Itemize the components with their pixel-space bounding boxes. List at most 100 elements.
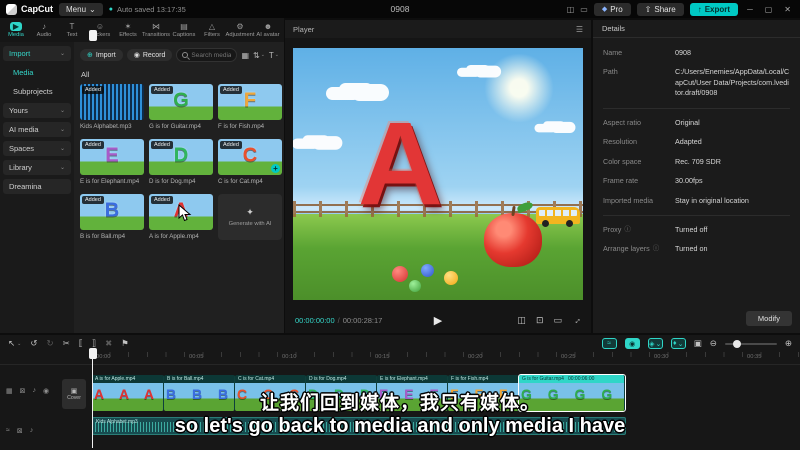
lock-icon[interactable]: ⊠ bbox=[17, 427, 23, 435]
mouse-cursor bbox=[178, 204, 192, 222]
sidebar-item[interactable]: Import ⌄ bbox=[3, 46, 71, 61]
ribbon-tab[interactable]: ♪ Audio bbox=[30, 22, 58, 38]
delete-icon[interactable]: ✖ bbox=[105, 338, 112, 349]
video-clip[interactable]: C is for Cat.mp4 C C C bbox=[235, 375, 306, 411]
playhead-handle[interactable] bbox=[88, 30, 97, 41]
media-thumbnail[interactable]: D Added bbox=[149, 139, 213, 175]
export-button[interactable]: ↑ Export bbox=[689, 2, 739, 16]
play-button[interactable]: ▶ bbox=[434, 314, 442, 327]
select-tool-icon[interactable]: ↖ ⌄ bbox=[8, 338, 21, 349]
pro-button[interactable]: ◆ Pro bbox=[593, 2, 631, 16]
storyboard-icon[interactable]: ▦ bbox=[6, 387, 13, 395]
mark-icon[interactable]: ⚑ bbox=[121, 338, 129, 349]
media-item[interactable]: B Added B is for Ball.mp4 bbox=[80, 194, 144, 240]
playhead-handle[interactable] bbox=[88, 348, 97, 359]
minimize-button[interactable]: ─ bbox=[744, 5, 756, 14]
ratio-icon[interactable]: ▭ bbox=[553, 315, 562, 326]
video-clip[interactable]: A is for Apple.mp4 A A A bbox=[92, 375, 164, 411]
search-input[interactable] bbox=[191, 51, 232, 59]
ribbon-tab[interactable]: ☻ AI avatar bbox=[254, 22, 282, 38]
lock-icon[interactable]: ⊠ bbox=[20, 387, 26, 395]
layout-toggle-icon[interactable]: ◫ bbox=[567, 5, 575, 14]
ribbon-tab[interactable]: ▶ Media bbox=[2, 22, 30, 38]
audio-toggle-icon[interactable]: ◉ bbox=[624, 338, 640, 349]
media-thumbnail[interactable]: Added bbox=[80, 84, 144, 120]
mute-icon[interactable]: ♪ bbox=[33, 387, 37, 395]
zoom-slider-knob[interactable] bbox=[732, 339, 741, 348]
media-thumbnail[interactable]: G Added bbox=[149, 84, 213, 120]
media-thumbnail[interactable]: E Added bbox=[80, 139, 144, 175]
media-item[interactable]: G Added G is for Guitar.mp4 bbox=[149, 84, 213, 130]
mute-icon[interactable]: ♪ bbox=[30, 427, 34, 435]
sidebar-item[interactable]: Spaces ⌄ bbox=[3, 141, 71, 156]
timeline-zoom-slider[interactable] bbox=[724, 339, 777, 348]
hide-icon[interactable]: ◉ bbox=[43, 387, 49, 395]
sidebar-item[interactable]: Library ⌄ bbox=[3, 160, 71, 175]
timeline-ruler[interactable]: 00:00 00:05 00:10 00:15 00:20 00:25 00:30 00:35 bbox=[0, 352, 800, 365]
undo-icon[interactable]: ↺ bbox=[30, 338, 37, 349]
split-icon[interactable]: ✂ bbox=[63, 338, 70, 349]
record-button[interactable]: ◉ Record bbox=[126, 49, 173, 61]
clip-thumbnail-letters: C C C bbox=[237, 386, 306, 402]
video-clip[interactable]: F is for Fish.mp4 F F F bbox=[448, 375, 519, 411]
menu-button[interactable]: Menu ⌄ bbox=[59, 2, 103, 16]
clip-thumbnail-letters: A A A bbox=[94, 386, 161, 402]
sidebar-item[interactable]: Subprojects bbox=[3, 84, 71, 99]
media-thumbnail[interactable]: B Added bbox=[80, 194, 144, 230]
add-to-timeline-icon[interactable]: + bbox=[271, 164, 280, 173]
view-mode-icon[interactable]: ▦ bbox=[241, 51, 249, 60]
modify-button[interactable]: Modify bbox=[745, 311, 792, 326]
snapshot-icon[interactable]: ▣ bbox=[694, 338, 702, 349]
trim-left-icon[interactable]: ⟦ bbox=[79, 338, 83, 349]
sidebar-item[interactable]: Yours ⌄ bbox=[3, 103, 71, 118]
pip-icon[interactable]: ◫ bbox=[517, 315, 526, 326]
import-button[interactable]: ⊕ Import bbox=[80, 49, 123, 61]
ribbon-tab[interactable]: ▤ Captions bbox=[170, 22, 198, 38]
ribbon-tab[interactable]: ⋈ Transitions bbox=[142, 22, 170, 38]
clip-thumbnail-letters: D D D bbox=[308, 386, 377, 402]
media-filename: F is for Fish.mp4 bbox=[218, 123, 265, 130]
ribbon-tab[interactable]: T Text bbox=[58, 22, 86, 38]
close-button[interactable]: ✕ bbox=[781, 5, 794, 14]
media-item[interactable]: D Added D is for Dog.mp4 bbox=[149, 139, 213, 185]
waveform-icon[interactable]: ≈ bbox=[6, 427, 10, 435]
audio-clip[interactable]: Kids Alphabet.mp3 bbox=[92, 417, 626, 435]
cover-button[interactable]: ▣ Cover bbox=[62, 379, 86, 409]
media-search[interactable] bbox=[176, 48, 238, 62]
video-clip[interactable]: E is for Elephant.mp4 E E E bbox=[377, 375, 448, 411]
zoom-out-icon[interactable]: ⊖ bbox=[710, 338, 717, 349]
playhead-line[interactable] bbox=[92, 348, 93, 448]
share-button[interactable]: ⇧ Share bbox=[636, 2, 684, 16]
video-clip[interactable]: B is for Ball.mp4 B B B bbox=[164, 375, 235, 411]
fit-icon[interactable]: ⊡ bbox=[536, 315, 544, 326]
audio-options-icon[interactable]: ♦ ⌄ bbox=[670, 338, 686, 349]
sidebar-item[interactable]: Dreamina bbox=[3, 179, 71, 194]
player-menu-icon[interactable]: ☰ bbox=[576, 25, 583, 34]
video-preview[interactable]: A bbox=[293, 48, 583, 300]
media-item[interactable]: F Added F is for Fish.mp4 bbox=[218, 84, 282, 130]
fullscreen-icon[interactable]: ↔ bbox=[570, 313, 583, 326]
sidebar-item[interactable]: Media bbox=[3, 65, 71, 80]
maximize-button[interactable]: ▢ bbox=[762, 5, 776, 14]
chevron-down-icon: ⌄ bbox=[59, 146, 65, 152]
media-item[interactable]: C Added + C is for Cat.mp4 bbox=[218, 139, 282, 185]
redo-icon[interactable]: ↻ bbox=[46, 338, 53, 349]
generate-with-ai-card[interactable]: ✦ Generate with AI bbox=[218, 194, 282, 240]
sidebar-item-label: Dreamina bbox=[9, 182, 42, 191]
sidebar-item[interactable]: AI media ⌄ bbox=[3, 122, 71, 137]
media-item[interactable]: Added Kids Alphabet.mp3 bbox=[80, 84, 144, 130]
zoom-in-icon[interactable]: ⊕ bbox=[785, 338, 792, 349]
panel-layout-icon[interactable]: ▭ bbox=[580, 5, 588, 14]
ribbon-tab[interactable]: ✶ Effects bbox=[114, 22, 142, 38]
media-thumbnail[interactable]: F Added bbox=[218, 84, 282, 120]
media-item[interactable]: E Added E is for Elephant.mp4 bbox=[80, 139, 144, 185]
sort-icon[interactable]: ⇅ ⌄ bbox=[253, 51, 265, 60]
ribbon-tab[interactable]: ⚙ Adjustment bbox=[226, 22, 255, 38]
ribbon-tab[interactable]: △ Filters bbox=[198, 22, 226, 38]
voiceover-icon[interactable]: ≈ bbox=[601, 338, 617, 349]
media-thumbnail[interactable]: C Added + bbox=[218, 139, 282, 175]
filter-icon[interactable]: T ⌄ bbox=[269, 51, 279, 60]
video-clip[interactable]: D is for Dog.mp4 D D D bbox=[306, 375, 377, 411]
speaker-options-icon[interactable]: ◈ ⌄ bbox=[647, 338, 663, 349]
video-clip[interactable]: G is for Guitar.mp4 00:00:06:00 G G G G bbox=[518, 374, 626, 412]
